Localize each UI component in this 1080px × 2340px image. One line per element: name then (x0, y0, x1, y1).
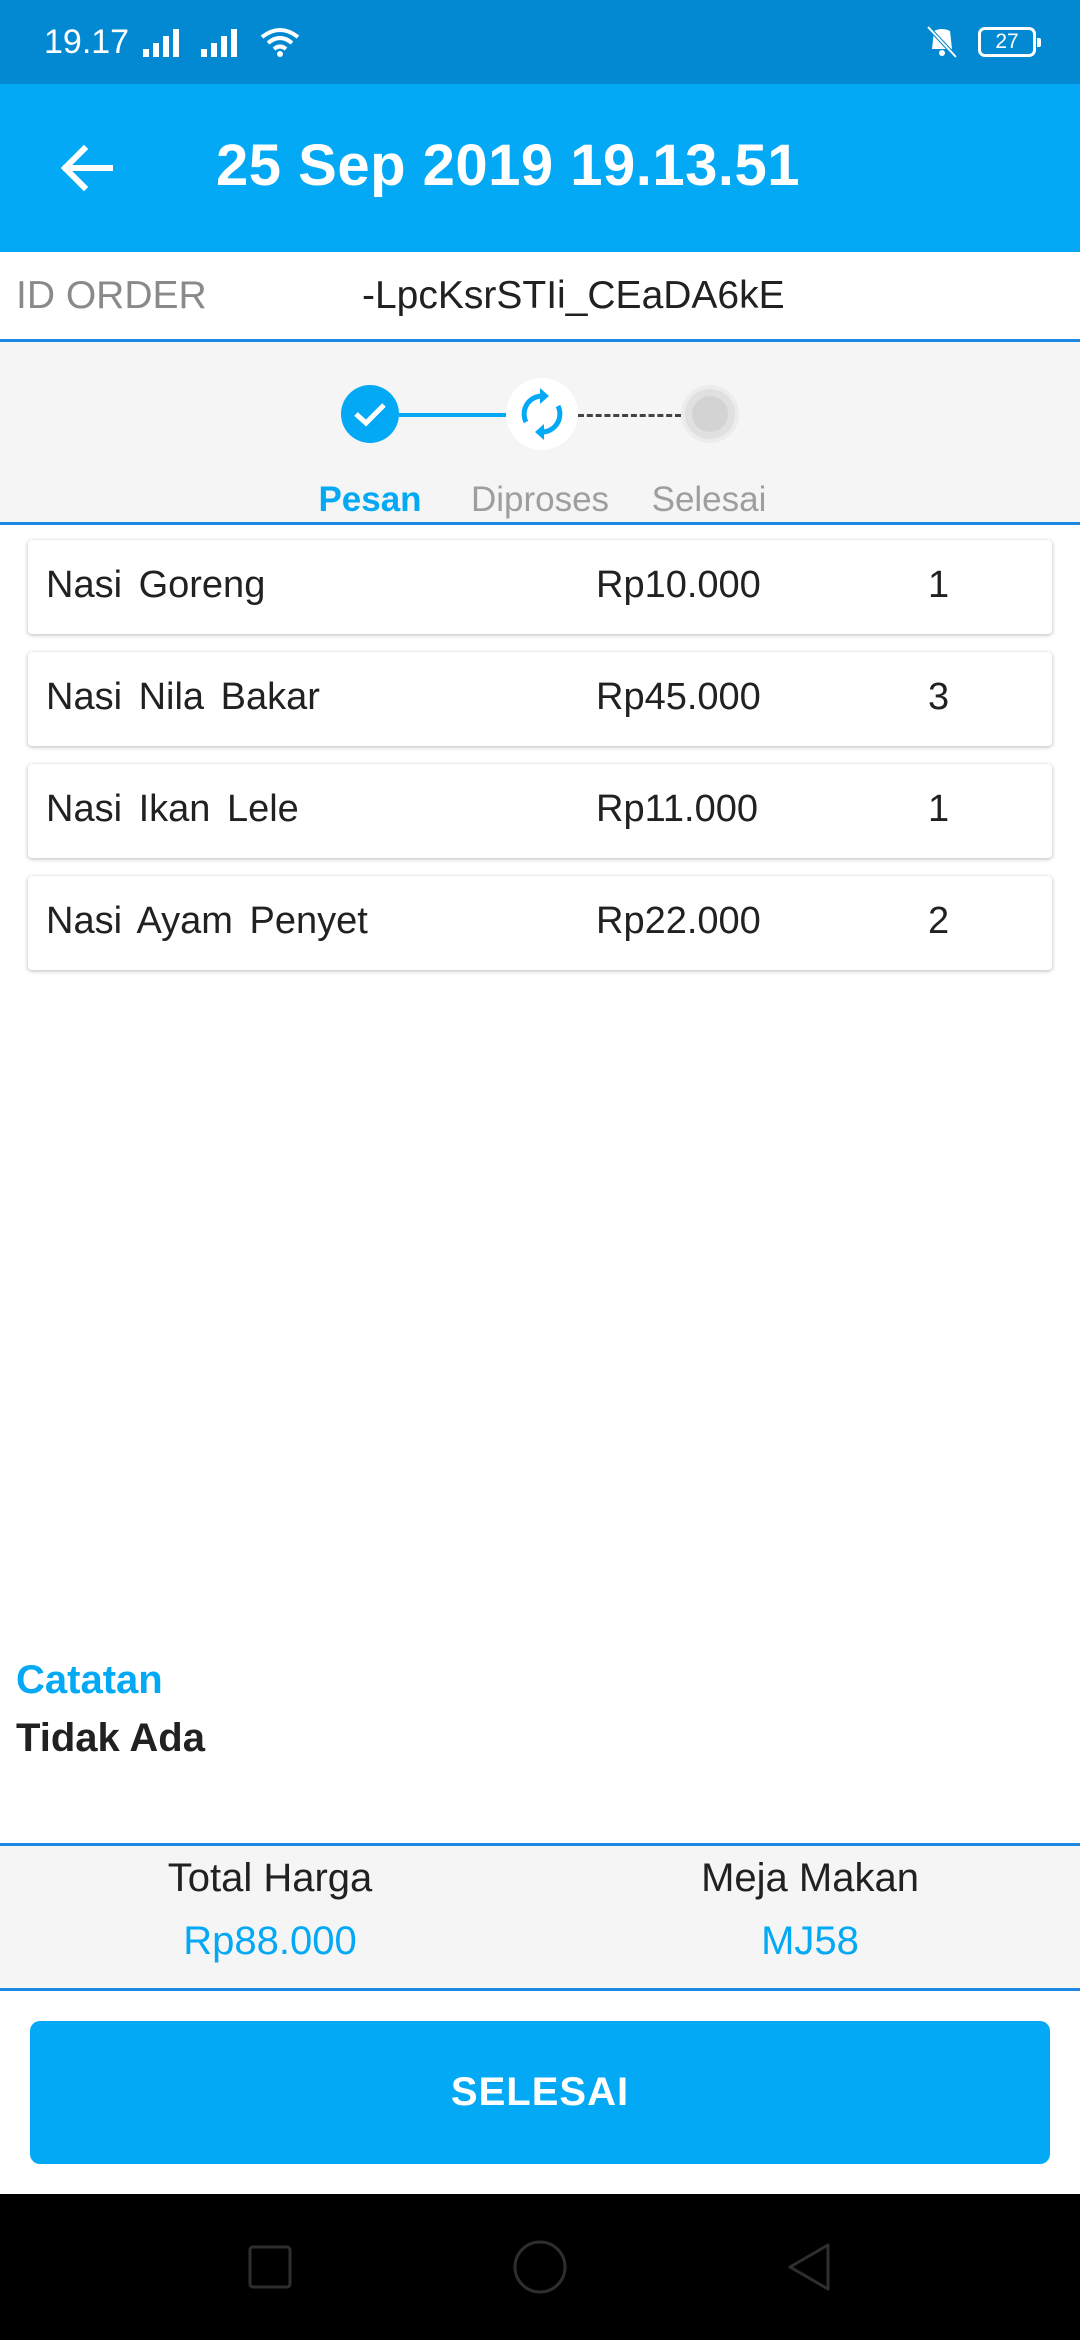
step-diproses-indicator (506, 378, 578, 450)
list-item[interactable]: Nasi Ikan Lele Rp11.000 1 (28, 764, 1052, 858)
arrow-back-icon (60, 144, 113, 192)
battery-icon: 27 (978, 27, 1041, 57)
square-icon (248, 2245, 292, 2289)
radio-dot-icon (692, 396, 728, 432)
order-id-label: ID ORDER (16, 274, 207, 317)
home-button[interactable] (510, 2237, 570, 2297)
total-price-section: Total Harga Rp88.000 (0, 1846, 540, 1964)
recents-button[interactable] (240, 2237, 300, 2297)
item-price: Rp10.000 (596, 564, 761, 606)
order-summary: Total Harga Rp88.000 Meja Makan MJ58 (0, 1843, 1080, 1991)
step-connector-done (399, 413, 506, 417)
system-back-button[interactable] (780, 2237, 840, 2297)
order-items-list: Nasi Goreng Rp10.000 1 Nasi Nila Bakar R… (28, 540, 1052, 988)
system-navigation-bar (0, 2194, 1080, 2340)
wifi-icon (260, 28, 300, 57)
page-title: 25 Sep 2019 19.13.51 (216, 133, 801, 198)
note-title: Catatan (16, 1658, 163, 1702)
app-bar: 25 Sep 2019 19.13.51 (0, 84, 1080, 252)
item-quantity: 2 (928, 900, 950, 942)
list-item[interactable]: Nasi Ayam Penyet Rp22.000 2 (28, 876, 1052, 970)
finish-order-button[interactable]: SELESAI (30, 2021, 1050, 2164)
step-selesai-indicator (681, 385, 739, 443)
signal-icon (143, 29, 180, 57)
order-id-row: ID ORDER -LpcKsrSTIi_CEaDA6kE (0, 252, 1080, 342)
item-quantity: 1 (928, 788, 950, 830)
item-name: Nasi Ayam Penyet (46, 900, 368, 942)
list-item[interactable]: Nasi Nila Bakar Rp45.000 3 (28, 652, 1052, 746)
status-bar: 19.17 27 (0, 0, 1080, 84)
item-price: Rp22.000 (596, 900, 761, 942)
table-number-section: Meja Makan MJ58 (540, 1846, 1080, 1964)
step-label-selesai: Selesai (651, 480, 767, 519)
item-name: Nasi Ikan Lele (46, 788, 299, 830)
note-value: Tidak Ada (16, 1716, 205, 1760)
signal-icon-2 (201, 29, 238, 57)
item-quantity: 1 (928, 564, 950, 606)
status-left: 19.17 (44, 23, 301, 62)
step-label-pesan: Pesan (318, 480, 422, 519)
step-label-diproses: Diproses (470, 480, 610, 519)
status-time: 19.17 (44, 22, 130, 61)
triangle-back-icon (788, 2243, 830, 2291)
back-button[interactable] (44, 126, 128, 210)
total-price-label: Total Harga (167, 1856, 373, 1900)
check-icon (354, 403, 386, 427)
vibrate-off-icon (926, 25, 958, 59)
battery-level: 27 (995, 30, 1019, 53)
item-name: Nasi Goreng (46, 564, 266, 606)
order-progress-stepper: Pesan Diproses Selesai (0, 342, 1080, 525)
total-price-value: Rp88.000 (183, 1919, 357, 1963)
step-connector-pending (578, 414, 681, 417)
status-right: 27 (922, 25, 1041, 59)
item-price: Rp45.000 (596, 676, 761, 718)
table-number-label: Meja Makan (701, 1856, 919, 1900)
step-pesan-indicator (341, 385, 399, 443)
table-number-value: MJ58 (761, 1919, 859, 1963)
item-price: Rp11.000 (596, 788, 758, 830)
item-quantity: 3 (928, 676, 950, 718)
item-name: Nasi Nila Bakar (46, 676, 320, 718)
order-id-value: -LpcKsrSTIi_CEaDA6kE (362, 274, 785, 317)
refresh-icon (521, 388, 563, 440)
list-item[interactable]: Nasi Goreng Rp10.000 1 (28, 540, 1052, 634)
circle-icon (513, 2240, 567, 2294)
